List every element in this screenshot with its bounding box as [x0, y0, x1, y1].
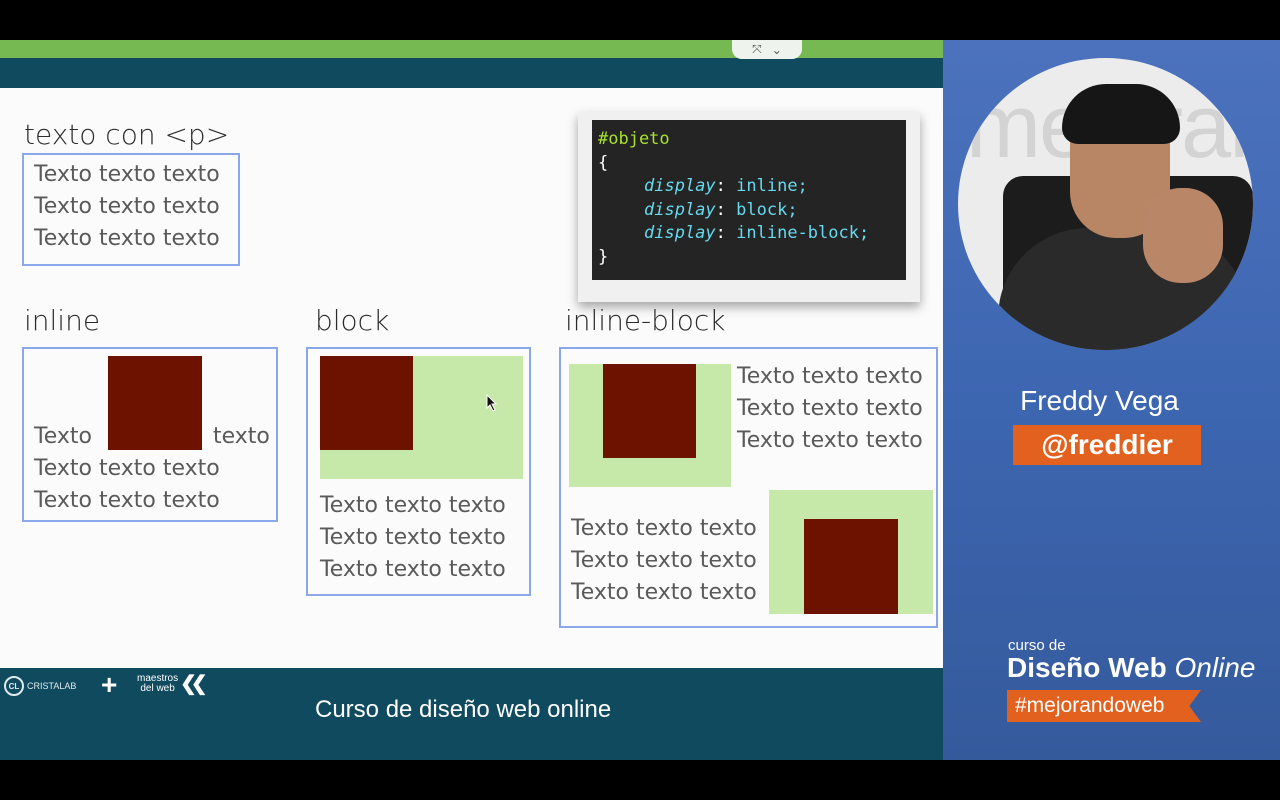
slide-footer: CL CRISTALAB + maestros del web ❮❮ Curso… — [0, 668, 943, 760]
inline-line-3: Texto texto texto — [34, 488, 220, 513]
inline-text-right: texto — [213, 424, 270, 449]
code-prop: display — [644, 176, 716, 196]
slide-controls[interactable]: ⤧ ⌄ — [732, 40, 802, 59]
inline-block-line-5: Texto texto texto — [571, 548, 757, 573]
p-example-box: Texto texto texto Texto texto texto Text… — [22, 153, 240, 266]
code-open-brace: { — [598, 152, 609, 173]
code-card: #objeto { display: inline; display: bloc… — [578, 112, 920, 302]
expand-icon[interactable]: ⤧ — [752, 42, 762, 57]
block-red-square — [320, 356, 413, 450]
course-title: Diseño Web Online — [1007, 652, 1255, 684]
inline-block-line-4: Texto texto texto — [571, 516, 757, 541]
inline-red-square — [108, 356, 202, 450]
mouse-cursor-icon — [486, 394, 498, 412]
code-line-1: display: inline; — [644, 176, 808, 196]
code-line-3: display: inline-block; — [644, 223, 870, 243]
inline-block-line-3: Texto texto texto — [737, 428, 923, 453]
cristalab-logo: CL CRISTALAB — [4, 676, 76, 696]
block-line-1: Texto texto texto — [320, 493, 506, 518]
slide: ⤧ ⌄ texto con <p> Texto texto texto Text… — [0, 40, 943, 760]
code-prop: display — [644, 199, 716, 220]
cristalab-mark: CL — [4, 676, 24, 696]
mdw-line-2: del web — [140, 683, 175, 694]
p-line-1: Texto texto texto — [34, 162, 220, 187]
maestros-del-web-logo: maestros del web ❮❮ — [137, 673, 208, 695]
letterbox-bottom — [0, 760, 1280, 800]
slide-header-teal — [0, 58, 943, 88]
course-title-bold: Diseño Web — [1007, 652, 1167, 683]
code-selector: #objeto — [598, 129, 670, 149]
block-line-2: Texto texto texto — [320, 525, 506, 550]
code-value: block; — [736, 199, 798, 220]
heading-p: texto con <p> — [24, 118, 230, 151]
code-value: inline-block; — [736, 223, 870, 243]
hand-shape — [1143, 188, 1223, 283]
chevron-down-icon[interactable]: ⌄ — [772, 43, 782, 57]
inline-block-red-square-bottom — [804, 519, 898, 614]
inline-text-left: Texto — [34, 424, 92, 449]
footer-caption: Curso de diseño web online — [315, 696, 612, 723]
presenter-handle: @freddier — [1013, 425, 1201, 465]
cristalab-text: CRISTALAB — [27, 681, 77, 691]
code-block: #objeto { display: inline; display: bloc… — [592, 120, 906, 280]
p-line-3: Texto texto texto — [34, 226, 220, 251]
hair-shape — [1062, 84, 1180, 144]
inline-block-line-2: Texto texto texto — [737, 396, 923, 421]
webcam-video: mejoran — [958, 58, 1253, 350]
inline-block-red-square-top — [603, 364, 696, 458]
inline-example-box: Texto texto Texto texto texto Texto text… — [22, 347, 278, 522]
block-example-box: Texto texto texto Texto texto texto Text… — [306, 347, 531, 596]
hashtag-badge: #mejorandoweb — [1007, 690, 1201, 722]
code-value: inline; — [736, 176, 808, 196]
presenter-name: Freddy Vega — [1020, 385, 1179, 416]
p-line-2: Texto texto texto — [34, 194, 220, 219]
chevrons-left-icon: ❮❮ — [180, 673, 207, 695]
code-line-2: display: block; — [644, 199, 798, 220]
letterbox-top — [0, 0, 1280, 40]
heading-block: block — [315, 304, 390, 337]
plus-icon: + — [101, 669, 118, 700]
inline-block-line-6: Texto texto texto — [571, 580, 757, 605]
inline-block-example-box: Texto texto texto Texto texto texto Text… — [559, 347, 938, 628]
code-prop: display — [644, 223, 716, 243]
code-close-brace: } — [598, 246, 609, 267]
heading-inline: inline — [24, 304, 101, 337]
inline-line-2: Texto texto texto — [34, 456, 220, 481]
presenter-panel: mejoran Freddy Vega @freddier curso de D… — [943, 40, 1280, 760]
course-title-italic: Online — [1174, 652, 1256, 683]
inline-block-line-1: Texto texto texto — [737, 364, 923, 389]
heading-inline-block: inline-block — [565, 304, 726, 337]
block-line-3: Texto texto texto — [320, 557, 506, 582]
